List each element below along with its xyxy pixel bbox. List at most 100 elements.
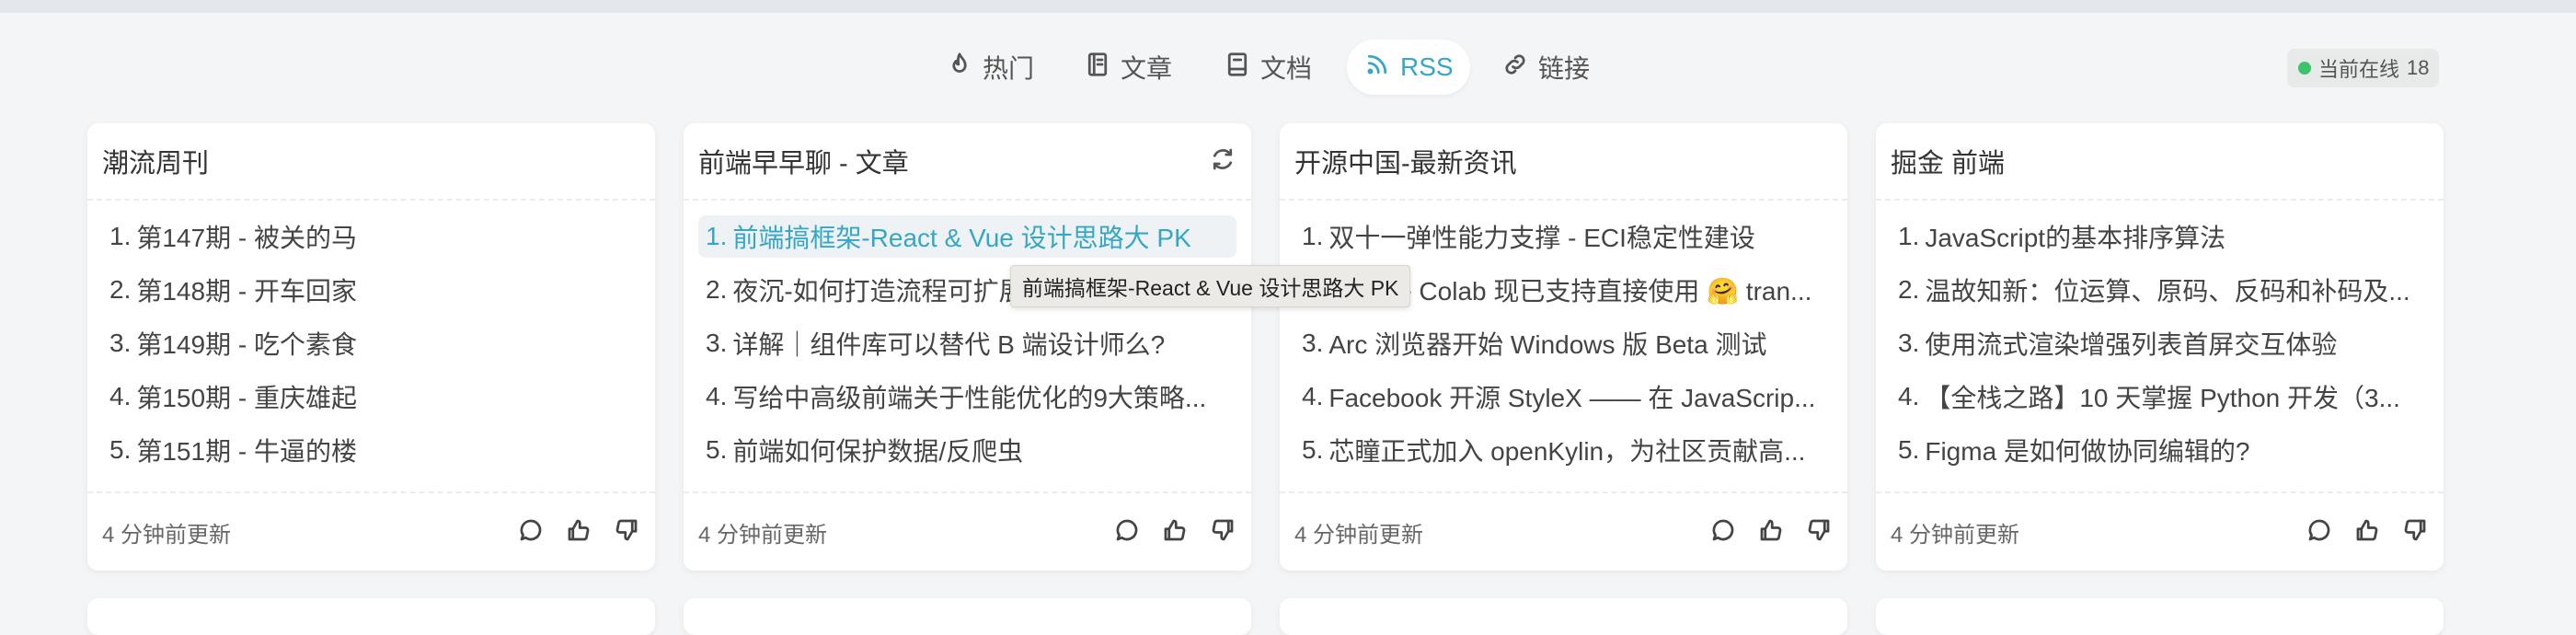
rss-icon (1363, 51, 1391, 85)
rss-card-peek (1876, 598, 2444, 635)
list-item[interactable]: 1. 前端搞框架-React & Vue 设计思路大 PK (698, 215, 1236, 258)
link-icon (1501, 51, 1529, 85)
item-title: 夜沉-如何打造流程可扩展... (732, 277, 1047, 306)
article-list: 1. 第147期 - 被关的马 2. 第148期 - 开车回家 3. 第149期 - … (87, 201, 655, 493)
card-actions (1113, 516, 1236, 548)
article-list: 1. JavaScript的基本排序算法 2. 温故知新：位运算、原码、反码和补码及… (1876, 201, 2444, 493)
item-title: 温故知新：位运算、原码、反码和补码及... (1925, 277, 2410, 306)
item-number: 5. (1302, 435, 1324, 464)
article-list: 1.双十一弹性能力支撑 - ECI稳定性建设 2.Google Colab 现已… (1280, 201, 1847, 493)
top-bar (0, 0, 2576, 13)
item-number: 2. (109, 275, 132, 304)
tab-docs[interactable]: 文档 (1207, 40, 1328, 95)
list-item[interactable]: 1. 双十一弹性能力支撑 - ECI稳定性建设 (1294, 215, 1833, 258)
item-title: 第148期 - 开车回家 (136, 277, 357, 306)
card-actions (2306, 516, 2429, 548)
list-item[interactable]: 5. Figma 是如何做协同编辑的? (1891, 429, 2429, 471)
rss-card: 潮流周刊 1. 第147期 - 被关的马 2. 第148期 - 开车回家 3. 第14… (87, 123, 655, 571)
rss-card: 前端早早聊 - 文章 1. 前端搞框架-React & Vue 设计思路大 PK … (684, 123, 1251, 571)
tab-label: 文档 (1260, 54, 1313, 83)
item-number: 1. (1302, 222, 1324, 250)
tab-articles[interactable]: 文章 (1067, 40, 1189, 95)
item-number: 3. (109, 329, 132, 357)
online-count: 18 (2407, 56, 2430, 79)
online-status-dot (2298, 62, 2311, 75)
item-title: 第151期 - 牛逼的楼 (136, 437, 357, 466)
tab-links[interactable]: 链接 (1485, 40, 1606, 95)
list-item[interactable]: 4. Facebook 开源 StyleX —— 在 JavaScrip... (1294, 375, 1833, 418)
comment-icon[interactable] (517, 516, 545, 548)
item-number: 1. (1898, 222, 1920, 250)
tab-label: 链接 (1538, 54, 1591, 83)
updated-time: 4 分钟前更新 (1294, 522, 1424, 548)
list-item[interactable]: 1. 第147期 - 被关的马 (102, 215, 640, 258)
card-header: 前端早早聊 - 文章 (684, 123, 1251, 201)
item-title: 双十一弹性能力支撑 - ECI稳定性建设 (1328, 224, 1755, 252)
item-title: 芯瞳正式加入 openKylin，为社区贡献高... (1328, 437, 1806, 466)
list-item[interactable]: 3. Arc 浏览器开始 Windows 版 Beta 测试 (1294, 322, 1833, 364)
card-header: 掘金 前端 (1876, 123, 2444, 201)
item-title: 详解｜组件库可以替代 B 端设计师么? (732, 330, 1166, 359)
online-label: 当前在线 (2318, 58, 2400, 81)
thumbs-down-icon[interactable] (2401, 516, 2429, 548)
card-actions (517, 516, 640, 548)
list-item[interactable]: 2. 温故知新：位运算、原码、反码和补码及... (1891, 269, 2429, 311)
rss-card-peek (87, 598, 655, 635)
thumbs-down-icon[interactable] (613, 516, 640, 548)
list-item[interactable]: 4. 【全栈之路】10 天掌握 Python 开发（3... (1891, 375, 2429, 418)
card-footer: 4 分钟前更新 (87, 493, 655, 571)
rss-card: 掘金 前端 1. JavaScript的基本排序算法 2. 温故知新：位运算、原码、… (1876, 123, 2444, 571)
thumbs-up-icon[interactable] (1161, 516, 1189, 548)
comment-icon[interactable] (1709, 516, 1737, 548)
item-number: 5. (706, 435, 728, 464)
thumbs-down-icon[interactable] (1805, 516, 1833, 548)
list-item[interactable]: 5. 前端如何保护数据/反爬虫 (698, 429, 1236, 471)
card-footer: 4 分钟前更新 (1876, 493, 2444, 571)
item-title: JavaScript的基本排序算法 (1925, 224, 2226, 252)
document-icon (1224, 51, 1251, 85)
list-item[interactable]: 4. 第150期 - 重庆雄起 (102, 375, 640, 418)
tab-rss[interactable]: RSS (1347, 40, 1470, 95)
card-actions (1709, 516, 1833, 548)
item-number: 3. (706, 329, 728, 357)
updated-time: 4 分钟前更新 (1891, 522, 2020, 548)
card-title: 掘金 前端 (1891, 149, 2006, 179)
flame-icon (946, 51, 973, 85)
thumbs-down-icon[interactable] (1209, 516, 1236, 548)
list-item[interactable]: 4. 写给中高级前端关于性能优化的9大策略... (698, 375, 1236, 418)
card-footer: 4 分钟前更新 (684, 493, 1251, 571)
item-number: 5. (1898, 435, 1920, 464)
item-title: 使用流式渲染增强列表首屏交互体验 (1925, 330, 2338, 359)
thumbs-up-icon[interactable] (565, 516, 592, 548)
list-item[interactable]: 5. 第151期 - 牛逼的楼 (102, 429, 640, 471)
list-item[interactable]: 1. JavaScript的基本排序算法 (1891, 215, 2429, 258)
updated-time: 4 分钟前更新 (102, 522, 232, 548)
item-number: 4. (1898, 382, 1920, 410)
list-item[interactable]: 3. 第149期 - 吃个素食 (102, 322, 640, 364)
title-tooltip: 前端搞框架-React & Vue 设计思路大 PK (1010, 265, 1411, 307)
card-title: 潮流周刊 (102, 149, 210, 179)
card-footer: 4 分钟前更新 (1280, 493, 1847, 571)
item-title: 第147期 - 被关的马 (136, 224, 357, 252)
thumbs-up-icon[interactable] (1757, 516, 1785, 548)
list-item[interactable]: 3. 详解｜组件库可以替代 B 端设计师么? (698, 322, 1236, 364)
card-title: 开源中国-最新资讯 (1294, 149, 1517, 179)
item-title: 【全栈之路】10 天掌握 Python 开发（3... (1925, 384, 2400, 412)
online-count-badge: 当前在线 18 (2287, 49, 2439, 87)
rss-card: 开源中国-最新资讯 1.双十一弹性能力支撑 - ECI稳定性建设 2.Googl… (1280, 123, 1847, 571)
comment-icon[interactable] (1113, 516, 1141, 548)
item-number: 1. (706, 222, 728, 250)
tab-hot[interactable]: 热门 (929, 40, 1051, 95)
item-number: 5. (109, 435, 132, 464)
list-item[interactable]: 5. 芯瞳正式加入 openKylin，为社区贡献高... (1294, 429, 1833, 471)
list-item[interactable]: 2. 第148期 - 开车回家 (102, 269, 640, 311)
list-item[interactable]: 3. 使用流式渲染增强列表首屏交互体验 (1891, 322, 2429, 364)
refresh-icon[interactable] (1209, 145, 1236, 178)
article-list: 1. 前端搞框架-React & Vue 设计思路大 PK 2. 夜沉-如何打造流程… (684, 201, 1251, 493)
comment-icon[interactable] (2306, 516, 2333, 548)
thumbs-up-icon[interactable] (2353, 516, 2381, 548)
tab-label: 文章 (1121, 54, 1173, 83)
tab-label: RSS (1400, 52, 1454, 81)
item-title: Figma 是如何做协同编辑的? (1925, 437, 2250, 466)
item-number: 1. (109, 222, 132, 250)
